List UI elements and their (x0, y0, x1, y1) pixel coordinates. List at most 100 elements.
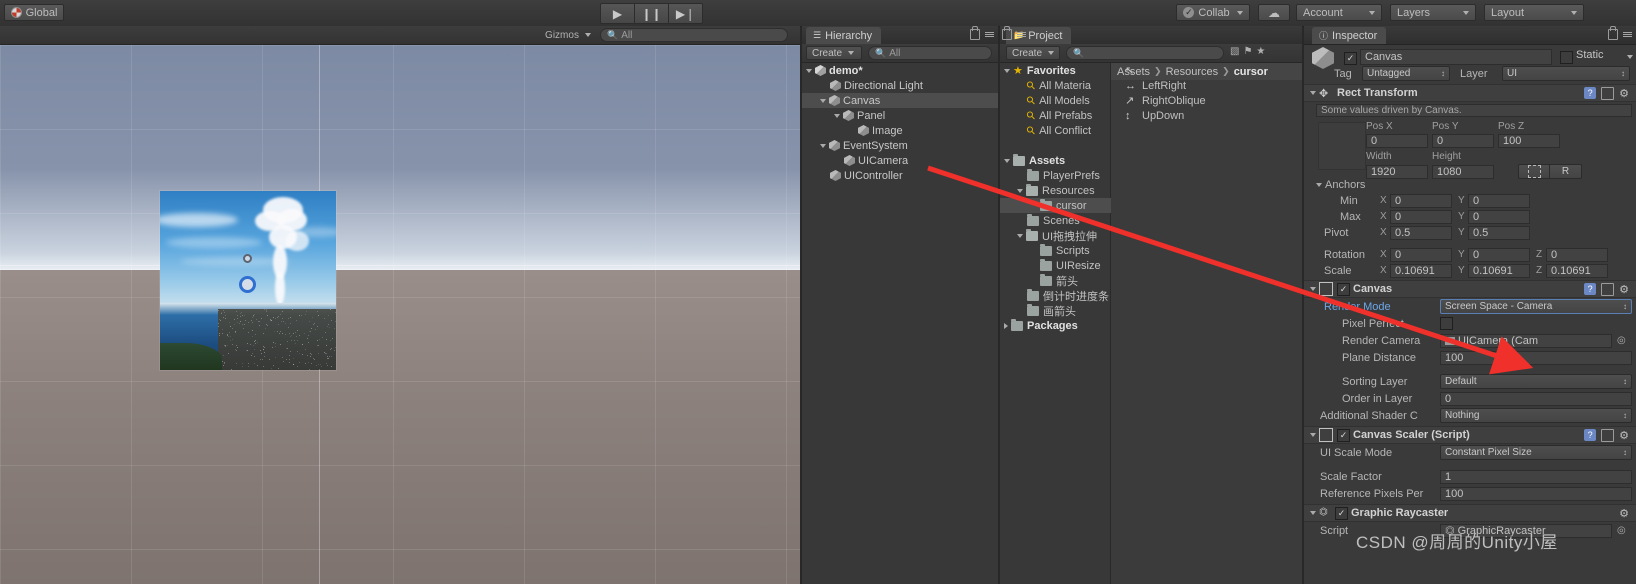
expand-arrow-icon[interactable] (1017, 233, 1023, 238)
expand-arrow-icon[interactable] (1310, 511, 1316, 515)
render-camera-field[interactable]: UICamera (Cam (1440, 333, 1612, 348)
preset-icon[interactable] (1601, 428, 1615, 442)
graphic-raycaster-enabled-checkbox[interactable]: ✓ (1335, 506, 1348, 520)
object-picker-icon[interactable]: ◎ (1617, 525, 1626, 536)
ui-scale-mode-dropdown[interactable]: Constant Pixel Size ↕ (1440, 445, 1632, 460)
hierarchy-item-canvas[interactable]: Canvas (802, 93, 998, 108)
project-tree-item-all-materia[interactable]: ⚲ All Materia (1000, 78, 1110, 93)
expand-arrow-icon[interactable] (820, 143, 826, 148)
project-tree[interactable]: ★ Favorites ⚲ All Materia ⚲ All Models ⚲ All Pr… (1000, 63, 1140, 584)
layout-button[interactable]: Layout (1484, 4, 1584, 21)
project-tree-item-assets[interactable]: Assets (1000, 153, 1110, 168)
canvas-scaler-enabled-checkbox[interactable]: ✓ (1337, 428, 1350, 442)
panel-menu-icon[interactable] (985, 32, 994, 37)
static-checkbox[interactable] (1560, 51, 1573, 64)
expand-arrow-icon[interactable] (1017, 188, 1023, 193)
hierarchy-search-input[interactable]: 🔍 All (868, 46, 992, 60)
expand-arrow-icon[interactable] (1004, 158, 1010, 163)
scale-factor-field[interactable]: 1 (1440, 469, 1632, 484)
project-tree-item-all-models[interactable]: ⚲ All Models (1000, 93, 1110, 108)
hierarchy-item-image[interactable]: Image (802, 123, 998, 138)
breadcrumb-item[interactable]: Resources (1166, 66, 1219, 78)
pivot-y-field[interactable]: 0.5 (1468, 225, 1530, 240)
plane-distance-field[interactable]: 100 (1440, 350, 1632, 365)
project-tree-item-scripts[interactable]: Scripts (1000, 243, 1110, 258)
project-create-button[interactable]: Create (1006, 46, 1060, 60)
height-field[interactable]: 1080 (1432, 164, 1494, 179)
expand-arrow-icon[interactable] (1310, 433, 1316, 437)
cloud-services-button[interactable]: ☁ (1258, 4, 1290, 21)
project-tree-item-favorites[interactable]: ★ Favorites (1000, 63, 1110, 78)
render-mode-dropdown[interactable]: Screen Space - Camera ↕ (1440, 299, 1632, 314)
project-tree-item--[interactable]: 箭头 (1000, 273, 1110, 288)
project-asset-list[interactable]: Assets❯Resources❯cursor ↖LeftOblique↔Lef… (1111, 63, 1302, 584)
help-icon[interactable]: ? (1584, 283, 1597, 295)
rot-x-field[interactable]: 0 (1390, 247, 1452, 262)
gizmo-handle-secondary[interactable] (243, 254, 252, 263)
rot-y-field[interactable]: 0 (1468, 247, 1530, 262)
help-icon[interactable]: ? (1584, 429, 1597, 441)
project-tree-item-packages[interactable]: Packages (1000, 318, 1110, 333)
rot-z-field[interactable]: 0 (1546, 247, 1608, 262)
anchor-max-x-field[interactable]: 0 (1390, 209, 1452, 224)
object-name-field[interactable]: Canvas (1360, 49, 1552, 65)
project-tree-item-scenes[interactable]: Scenes (1000, 213, 1110, 228)
project-tree-item-all-prefabs[interactable]: ⚲ All Prefabs (1000, 108, 1110, 123)
hierarchy-create-button[interactable]: Create (806, 46, 862, 60)
expand-arrow-icon[interactable] (1316, 182, 1322, 187)
label-filter-icon[interactable]: ⚑ (1243, 46, 1252, 57)
asset-item-leftright[interactable]: ↔ LeftRight (1111, 78, 1302, 93)
gizmos-dropdown[interactable]: Gizmos (540, 28, 596, 42)
reference-pixels-field[interactable]: 100 (1440, 486, 1632, 501)
project-tree-item--[interactable]: 倒计时进度条 (1000, 288, 1110, 303)
pos-y-field[interactable]: 0 (1432, 134, 1494, 148)
project-tree-item-all-conflict[interactable]: ⚲ All Conflict (1000, 123, 1110, 138)
tag-dropdown[interactable]: Untagged ↕ (1362, 66, 1450, 81)
pivot-x-field[interactable]: 0.5 (1390, 225, 1452, 240)
breadcrumb-item[interactable]: cursor (1234, 66, 1268, 78)
blueprint-mode-button[interactable] (1518, 164, 1550, 179)
preset-icon[interactable] (1601, 86, 1615, 100)
preset-icon[interactable] (1601, 282, 1615, 296)
anchor-min-x-field[interactable]: 0 (1390, 193, 1452, 208)
collab-button[interactable]: ✓ Collab (1176, 4, 1250, 21)
scene-viewport[interactable] (0, 45, 800, 584)
expand-arrow-icon[interactable] (1004, 322, 1008, 329)
expand-arrow-icon[interactable] (1310, 91, 1316, 95)
project-tree-item-playerprefs[interactable]: PlayerPrefs (1000, 168, 1110, 183)
expand-arrow-icon[interactable] (820, 98, 826, 103)
panel-menu-icon[interactable] (1623, 32, 1632, 37)
pause-button[interactable]: ❙❙ (635, 3, 669, 24)
expand-arrow-icon[interactable] (806, 68, 812, 73)
gizmo-move-handle[interactable] (239, 276, 256, 293)
sorting-layer-dropdown[interactable]: Default ↕ (1440, 374, 1632, 389)
layers-button[interactable]: Layers (1390, 4, 1476, 21)
hierarchy-item-eventsystem[interactable]: EventSystem (802, 138, 998, 153)
pos-x-field[interactable]: 0 (1366, 134, 1428, 148)
tab-inspector[interactable]: ⓘ Inspector (1312, 27, 1387, 44)
object-picker-icon[interactable]: ◎ (1617, 335, 1626, 346)
panel-menu-icon[interactable] (1017, 32, 1026, 37)
width-field[interactable]: 1920 (1366, 164, 1428, 179)
anchor-preset-box[interactable] (1318, 122, 1366, 170)
global-pivot-toggle[interactable]: Global (4, 4, 64, 21)
anchors-foldout[interactable]: Anchors (1308, 176, 1365, 193)
component-header-rect-transform[interactable]: ✥ Rect Transform ? ⚙ (1304, 84, 1636, 102)
pixel-perfect-checkbox[interactable] (1440, 317, 1453, 330)
object-enabled-checkbox[interactable]: ✓ (1344, 52, 1357, 65)
scale-z-field[interactable]: 0.10691 (1546, 263, 1608, 278)
additional-shader-dropdown[interactable]: Nothing ↕ (1440, 408, 1632, 423)
account-button[interactable]: Account (1296, 4, 1382, 21)
favorite-filter-icon[interactable]: ★ (1256, 46, 1265, 57)
hierarchy-item-directional-light[interactable]: Directional Light (802, 78, 998, 93)
hierarchy-item-panel[interactable]: Panel (802, 108, 998, 123)
pos-z-field[interactable]: 100 (1498, 134, 1560, 148)
gear-icon[interactable]: ⚙ (1619, 87, 1629, 100)
lock-icon[interactable] (1608, 26, 1618, 40)
raw-edit-button[interactable]: R (1550, 164, 1582, 179)
hierarchy-item-uicontroller[interactable]: UIController (802, 168, 998, 183)
hierarchy-tree[interactable]: demo* Directional Light Canvas Panel Image Ev… (802, 63, 998, 183)
project-tree-item-ui-[interactable]: UI拖拽拉伸 (1000, 228, 1110, 243)
lock-icon[interactable] (970, 26, 980, 40)
step-button[interactable]: ▶❘ (669, 3, 703, 24)
